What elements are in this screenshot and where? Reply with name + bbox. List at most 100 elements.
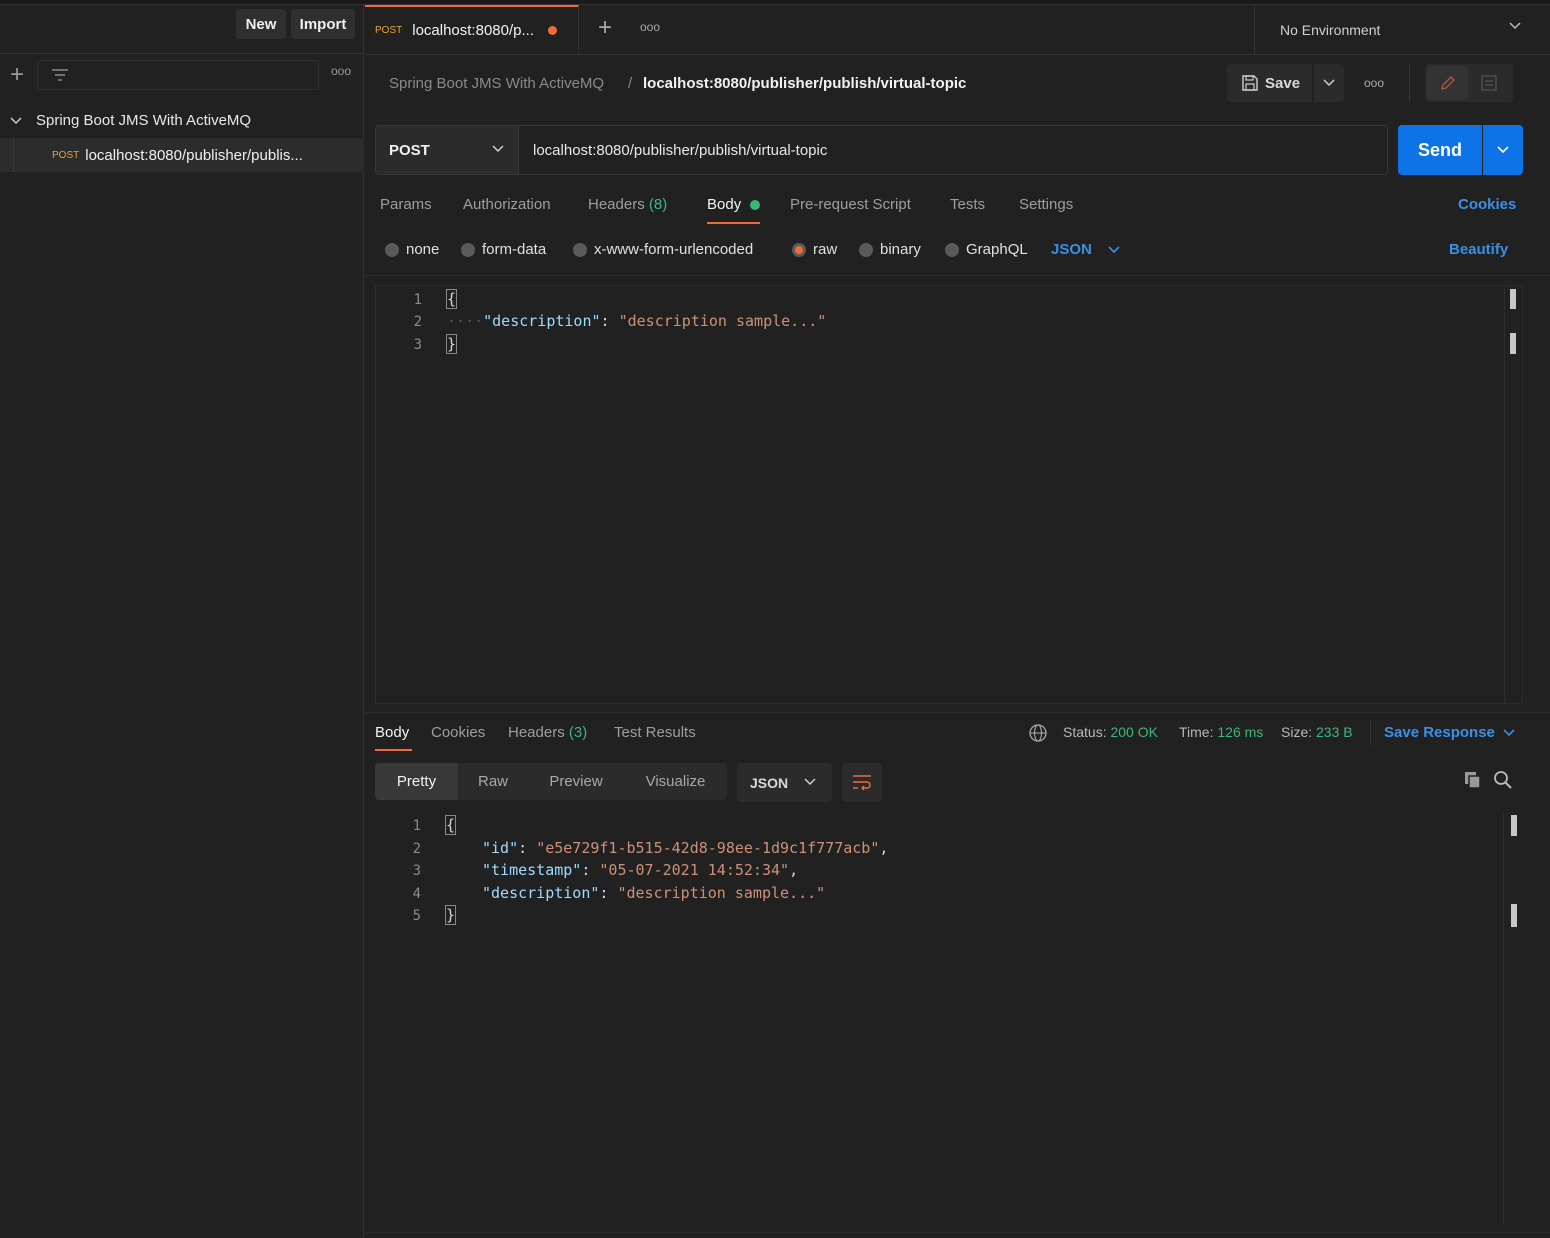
code-line: "timestamp": "05-07-2021 14:52:34", xyxy=(482,861,798,879)
line-number: 3 xyxy=(413,337,422,353)
radio-raw[interactable]: raw xyxy=(792,241,837,258)
response-format-select[interactable]: JSON xyxy=(737,763,832,802)
radio-urlencoded[interactable]: x-www-form-urlencoded xyxy=(573,241,753,258)
tab-pre-request-script[interactable]: Pre-request Script xyxy=(790,196,911,213)
json-colon: : xyxy=(599,884,618,902)
line-number: 2 xyxy=(413,314,422,330)
copy-icon[interactable] xyxy=(1463,770,1483,790)
method-select[interactable]: POST xyxy=(375,125,519,175)
response-tab-test-results[interactable]: Test Results xyxy=(614,724,696,741)
tab-more-icon[interactable]: ooo xyxy=(638,20,662,36)
viewer-scrollbar-marker[interactable] xyxy=(1511,815,1517,836)
body-indicator-dot xyxy=(750,200,760,210)
sidebar-filter-input[interactable] xyxy=(37,60,319,90)
sidebar-collection[interactable]: Spring Boot JMS With ActiveMQ xyxy=(0,104,364,136)
chevron-down-icon xyxy=(1509,22,1521,30)
size-label: Size: xyxy=(1281,724,1313,740)
code-line: } xyxy=(444,905,457,925)
view-pretty[interactable]: Pretty xyxy=(375,763,458,800)
radio-label: raw xyxy=(813,241,838,258)
response-headers-label: Headers xyxy=(508,724,565,741)
environment-select[interactable]: No Environment xyxy=(1254,5,1550,54)
viewer-scrollbar-marker[interactable] xyxy=(1511,904,1517,927)
tab-body[interactable]: Body xyxy=(707,196,741,213)
radio-label: binary xyxy=(880,241,921,258)
wrap-lines-button[interactable] xyxy=(842,763,882,802)
sidebar-request-item[interactable]: POST localhost:8080/publisher/publis... xyxy=(0,138,364,172)
tab-headers-count: (8) xyxy=(648,196,668,213)
radio-selected-icon xyxy=(792,242,806,257)
add-collection-icon[interactable]: + xyxy=(6,62,28,88)
radio-none[interactable]: none xyxy=(385,241,439,258)
viewer-scrollbar-track xyxy=(1503,812,1504,1224)
radio-label: GraphQL xyxy=(966,241,1028,258)
response-time: Time: 126 ms xyxy=(1179,724,1263,740)
sidebar xyxy=(0,5,364,1238)
chevron-down-icon[interactable] xyxy=(1108,245,1120,254)
json-colon: : xyxy=(518,839,537,857)
response-headers-count: (3) xyxy=(568,724,588,741)
code-line: } xyxy=(445,334,458,354)
tree-indent xyxy=(0,138,14,172)
sidebar-divider xyxy=(0,53,364,54)
documentation-icon[interactable] xyxy=(1480,74,1498,92)
collection-name: Spring Boot JMS With ActiveMQ xyxy=(36,111,252,129)
chevron-down-icon xyxy=(804,778,816,786)
code-line: { xyxy=(445,289,458,309)
tab-headers[interactable]: Headers (8) xyxy=(588,196,667,213)
tab-tests[interactable]: Tests xyxy=(950,196,985,213)
new-tab-icon[interactable]: + xyxy=(594,16,616,40)
view-raw[interactable]: Raw xyxy=(458,763,528,800)
response-tab-cookies[interactable]: Cookies xyxy=(431,724,485,741)
beautify-link[interactable]: Beautify xyxy=(1449,241,1508,258)
breadcrumb-collection[interactable]: Spring Boot JMS With ActiveMQ xyxy=(389,75,604,92)
radio-binary[interactable]: binary xyxy=(859,241,921,258)
json-colon: : xyxy=(581,861,600,879)
save-button[interactable]: Save xyxy=(1227,64,1312,102)
radio-form-data[interactable]: form-data xyxy=(461,241,546,258)
editor-scrollbar-marker[interactable] xyxy=(1510,289,1516,309)
tab-settings[interactable]: Settings xyxy=(1019,196,1073,213)
save-response-button[interactable]: Save Response xyxy=(1384,724,1495,741)
radio-icon xyxy=(573,242,587,257)
json-key: "description" xyxy=(483,312,601,330)
breadcrumb-request-name[interactable]: localhost:8080/publisher/publish/virtual… xyxy=(643,75,966,92)
close-brace: } xyxy=(444,905,457,925)
tab-params[interactable]: Params xyxy=(380,196,432,213)
response-tab-headers[interactable]: Headers (3) xyxy=(508,724,587,741)
status-value: 200 OK xyxy=(1110,724,1158,740)
globe-icon[interactable] xyxy=(1028,723,1048,743)
send-options-button[interactable] xyxy=(1483,125,1523,175)
request-more-icon[interactable]: ooo xyxy=(1362,76,1386,90)
response-tab-body[interactable]: Body xyxy=(375,724,409,741)
line-number: 4 xyxy=(412,886,421,902)
new-button[interactable]: New xyxy=(236,9,286,39)
import-button[interactable]: Import xyxy=(291,9,355,39)
sidebar-more-icon[interactable]: ooo xyxy=(330,64,352,84)
body-format-select[interactable]: JSON xyxy=(1051,241,1092,258)
radio-graphql[interactable]: GraphQL xyxy=(945,241,1028,258)
indent-guide: ···· xyxy=(447,312,484,330)
url-input[interactable]: localhost:8080/publisher/publish/virtual… xyxy=(519,125,1388,175)
json-key: "description" xyxy=(482,884,600,902)
save-options-button[interactable] xyxy=(1314,64,1344,102)
send-button[interactable]: Send xyxy=(1398,125,1482,175)
radio-label: form-data xyxy=(482,241,547,258)
method-label: POST xyxy=(389,141,430,159)
toolbar-divider xyxy=(1409,64,1410,102)
chevron-down-icon[interactable] xyxy=(1503,728,1515,737)
cookies-link[interactable]: Cookies xyxy=(1458,196,1516,213)
search-icon[interactable] xyxy=(1493,770,1513,790)
json-value: "description sample..." xyxy=(618,312,827,330)
request-tab[interactable]: POST localhost:8080/p... xyxy=(365,5,579,54)
edit-mode-button[interactable] xyxy=(1427,66,1468,100)
tab-authorization[interactable]: Authorization xyxy=(463,196,551,213)
line-number: 5 xyxy=(412,908,421,924)
request-body-editor[interactable]: 1 2 3 { ····"description": "description … xyxy=(375,285,1523,704)
view-visualize[interactable]: Visualize xyxy=(624,763,727,800)
view-preview[interactable]: Preview xyxy=(528,763,624,800)
radio-icon xyxy=(859,242,873,257)
response-body-viewer[interactable]: 1 2 3 4 5 { "id": "e5e729f1-b515-42d8-98… xyxy=(375,812,1523,1226)
time-value: 126 ms xyxy=(1217,724,1264,740)
editor-scrollbar-marker[interactable] xyxy=(1510,333,1516,354)
